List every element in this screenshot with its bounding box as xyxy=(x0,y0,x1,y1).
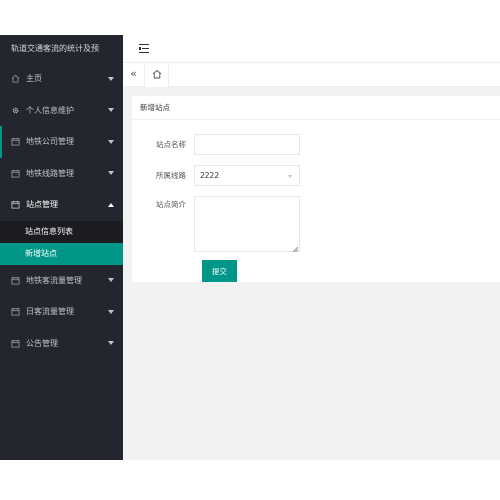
home-icon xyxy=(10,74,20,84)
sidebar-item-profile[interactable]: 个人信息维护 xyxy=(0,95,123,127)
sidebar-item-label: 主页 xyxy=(26,74,42,84)
line-label: 所属线路 xyxy=(156,171,186,180)
card-title: 新增站点 xyxy=(132,96,500,120)
sidebar-item-daily-flow[interactable]: 日客流量管理 xyxy=(0,296,123,328)
chevron-down-icon xyxy=(288,175,292,178)
sidebar-item-label: 地铁线路管理 xyxy=(26,168,74,178)
menu-toggle-icon[interactable] xyxy=(139,44,149,53)
calendar-icon xyxy=(10,168,20,178)
chevron-down-icon xyxy=(108,309,114,314)
sidebar-item-announcements[interactable]: 公告管理 xyxy=(0,328,123,360)
sidebar-item-label: 站点管理 xyxy=(26,200,58,210)
calendar-icon xyxy=(10,307,20,317)
station-name-input[interactable] xyxy=(194,134,300,155)
admin-app: 轨道交通客流的统计及预 主页 个人信息维护 地铁公司管理 地铁线路管理 站点管理… xyxy=(0,35,500,460)
chevron-down-icon xyxy=(108,139,114,144)
sidebar: 轨道交通客流的统计及预 主页 个人信息维护 地铁公司管理 地铁线路管理 站点管理… xyxy=(0,35,123,460)
line-select-value: 2222 xyxy=(200,171,220,180)
submenu-item-station-list[interactable]: 站点信息列表 xyxy=(0,221,123,243)
chevron-down-icon xyxy=(108,171,114,176)
tab-home[interactable] xyxy=(145,63,169,87)
app-logo-title: 轨道交通客流的统计及预 xyxy=(0,35,123,63)
top-header xyxy=(123,35,500,63)
main-content: 新增站点 站点名称 所属线路 2222 站点简介 提交 xyxy=(123,87,500,460)
home-icon xyxy=(152,69,162,81)
chevron-down-icon xyxy=(108,278,114,283)
station-intro-textarea[interactable] xyxy=(194,196,300,252)
calendar-icon xyxy=(10,275,20,285)
submit-button[interactable]: 提交 xyxy=(202,260,237,282)
sidebar-item-label: 地铁客流量管理 xyxy=(26,275,82,285)
calendar-icon xyxy=(10,200,20,210)
form-row-line: 所属线路 2222 xyxy=(132,165,300,186)
form-row-station-name: 站点名称 xyxy=(132,134,300,155)
sidebar-item-label: 地铁公司管理 xyxy=(26,137,74,147)
line-select[interactable]: 2222 xyxy=(194,165,300,186)
intro-textarea-wrap xyxy=(194,196,300,254)
add-station-card: 新增站点 站点名称 所属线路 2222 站点简介 提交 xyxy=(132,96,500,282)
sidebar-item-label: 个人信息维护 xyxy=(26,105,74,115)
tab-scroll-left-button[interactable]: « xyxy=(123,63,145,86)
gear-icon xyxy=(10,105,20,115)
resize-handle-icon[interactable] xyxy=(293,247,298,252)
stations-submenu: 站点信息列表 新增站点 xyxy=(0,220,123,265)
sidebar-item-home[interactable]: 主页 xyxy=(0,63,123,95)
sidebar-item-passenger-flow[interactable]: 地铁客流量管理 xyxy=(0,265,123,297)
chevron-down-icon xyxy=(108,76,114,81)
sidebar-item-label: 公告管理 xyxy=(26,338,58,348)
station-name-label: 站点名称 xyxy=(156,140,186,149)
sidebar-item-lines[interactable]: 地铁线路管理 xyxy=(0,158,123,190)
chevron-down-icon xyxy=(108,341,114,346)
chevron-down-icon xyxy=(108,108,114,113)
calendar-icon xyxy=(10,137,20,147)
sidebar-item-company[interactable]: 地铁公司管理 xyxy=(0,126,123,158)
page-bottom-blank xyxy=(0,460,500,500)
tabs-bar: « xyxy=(123,63,500,87)
intro-label: 站点简介 xyxy=(156,200,186,209)
sidebar-item-stations[interactable]: 站点管理 xyxy=(0,189,123,221)
chevron-up-icon xyxy=(108,202,114,207)
form-row-intro: 站点简介 xyxy=(132,196,300,254)
form-row-submit: 提交 xyxy=(202,260,237,282)
submenu-item-add-station[interactable]: 新增站点 xyxy=(0,242,123,265)
sidebar-item-label: 日客流量管理 xyxy=(26,307,74,317)
calendar-icon xyxy=(10,338,20,348)
